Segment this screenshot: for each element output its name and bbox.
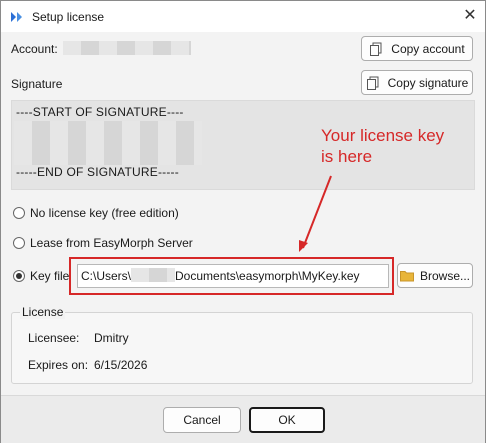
key-file-label[interactable]: Key file xyxy=(30,269,69,283)
lease-server-label[interactable]: Lease from EasyMorph Server xyxy=(30,236,193,250)
signature-end-line: -----END OF SIGNATURE----- xyxy=(16,165,179,179)
dialog-footer: Cancel OK xyxy=(1,395,485,443)
annotation-highlight-box xyxy=(69,257,394,295)
license-group-title: License xyxy=(20,305,66,319)
expires-value: 6/15/2026 xyxy=(94,358,148,372)
dialog-content: Account: Copy account Signature Copy sig… xyxy=(1,32,485,395)
account-label: Account: xyxy=(11,42,58,56)
key-file-radio[interactable] xyxy=(13,270,25,282)
license-group: Licensee: Dmitry Expires on: 6/15/2026 xyxy=(11,312,473,384)
no-license-radio[interactable] xyxy=(13,207,25,219)
licensee-label: Licensee: xyxy=(28,331,80,345)
annotation-line-2: is here xyxy=(321,147,373,166)
close-icon[interactable]: ✕ xyxy=(459,5,481,27)
title-bar: Setup license ✕ xyxy=(1,1,485,32)
ok-label: OK xyxy=(278,413,296,427)
account-value-redacted xyxy=(63,41,191,55)
annotation-text: Your license key is here xyxy=(321,125,444,167)
signature-label: Signature xyxy=(11,77,63,91)
browse-button[interactable]: Browse... xyxy=(397,263,473,288)
no-license-label[interactable]: No license key (free edition) xyxy=(30,206,179,220)
expires-label: Expires on: xyxy=(28,358,89,372)
annotation-line-1: Your license key xyxy=(321,126,445,145)
cancel-label: Cancel xyxy=(183,413,221,427)
copy-signature-button[interactable]: Copy signature xyxy=(361,70,473,95)
ok-button[interactable]: OK xyxy=(249,407,325,433)
window-title: Setup license xyxy=(32,10,105,24)
annotation-arrow xyxy=(299,175,332,252)
lease-server-radio[interactable] xyxy=(13,237,25,249)
licensee-value: Dmitry xyxy=(94,331,129,345)
setup-license-dialog: Setup license ✕ Account: Copy account Si… xyxy=(0,0,486,443)
copy-signature-label: Copy signature xyxy=(387,75,469,90)
browse-label: Browse... xyxy=(419,268,470,283)
copy-account-button[interactable]: Copy account xyxy=(361,36,473,61)
folder-icon xyxy=(399,270,415,282)
signature-body-redacted xyxy=(14,121,202,165)
easymorph-logo-icon xyxy=(10,10,24,24)
copy-account-label: Copy account xyxy=(391,41,465,56)
copy-icon xyxy=(369,42,383,56)
signature-start-line: ----START OF SIGNATURE---- xyxy=(16,105,184,119)
cancel-button[interactable]: Cancel xyxy=(163,407,241,433)
copy-icon xyxy=(366,76,380,90)
